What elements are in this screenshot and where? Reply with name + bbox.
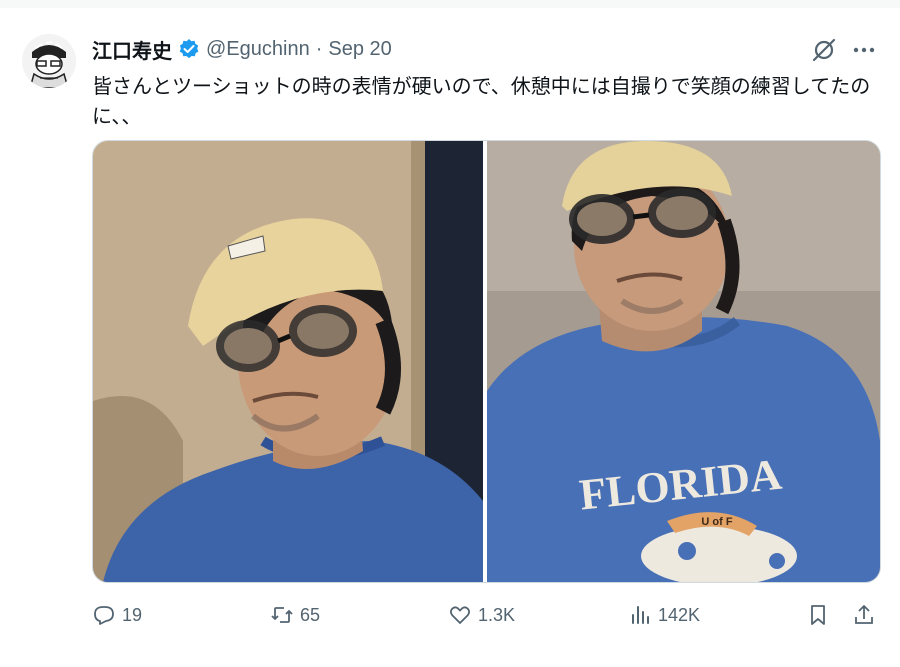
views-icon xyxy=(632,606,649,624)
tweet-date[interactable]: Sep 20 xyxy=(328,38,391,61)
display-name[interactable]: 江口寿史 xyxy=(92,35,172,64)
reply-count: 19 xyxy=(122,604,143,625)
retweet-button[interactable]: 65 xyxy=(270,600,320,630)
avatar[interactable] xyxy=(22,34,76,88)
tweet-card[interactable]: 江口寿史 @Eguchinn · Sep 20 皆さんとツーショットの時の表情が… xyxy=(0,8,900,667)
like-count: 1.3K xyxy=(478,604,516,625)
verified-badge-icon xyxy=(178,38,200,60)
retweet-count: 65 xyxy=(300,604,321,625)
separator: · xyxy=(315,37,323,60)
more-icon[interactable] xyxy=(851,40,877,60)
views-count: 142K xyxy=(658,604,701,625)
photo-2[interactable]: FLORIDA U of F xyxy=(487,141,880,582)
heart-icon xyxy=(449,606,471,624)
photo-1[interactable] xyxy=(93,141,483,582)
bookmark-button[interactable] xyxy=(806,600,836,630)
retweet-icon xyxy=(271,607,293,623)
share-button[interactable] xyxy=(852,600,882,630)
media-grid[interactable]: FLORIDA U of F xyxy=(92,140,881,583)
action-bar: 19 65 1.3K 142K xyxy=(92,600,882,630)
shirt-cap-text: U of F xyxy=(701,516,732,528)
bookmark-icon xyxy=(811,605,825,625)
share-icon xyxy=(855,605,873,624)
reply-button[interactable]: 19 xyxy=(92,600,142,630)
grok-icon[interactable] xyxy=(811,37,837,63)
tweet-text: 皆さんとツーショットの時の表情が硬いので、休憩中には自撮りで笑顔の練習してたのに… xyxy=(92,76,871,128)
tweet-header: 江口寿史 @Eguchinn · Sep 20 xyxy=(92,35,392,64)
like-button[interactable]: 1.3K xyxy=(448,600,515,630)
views-button[interactable]: 142K xyxy=(628,600,700,630)
user-handle[interactable]: @Eguchinn xyxy=(206,38,310,61)
reply-icon xyxy=(94,606,114,625)
